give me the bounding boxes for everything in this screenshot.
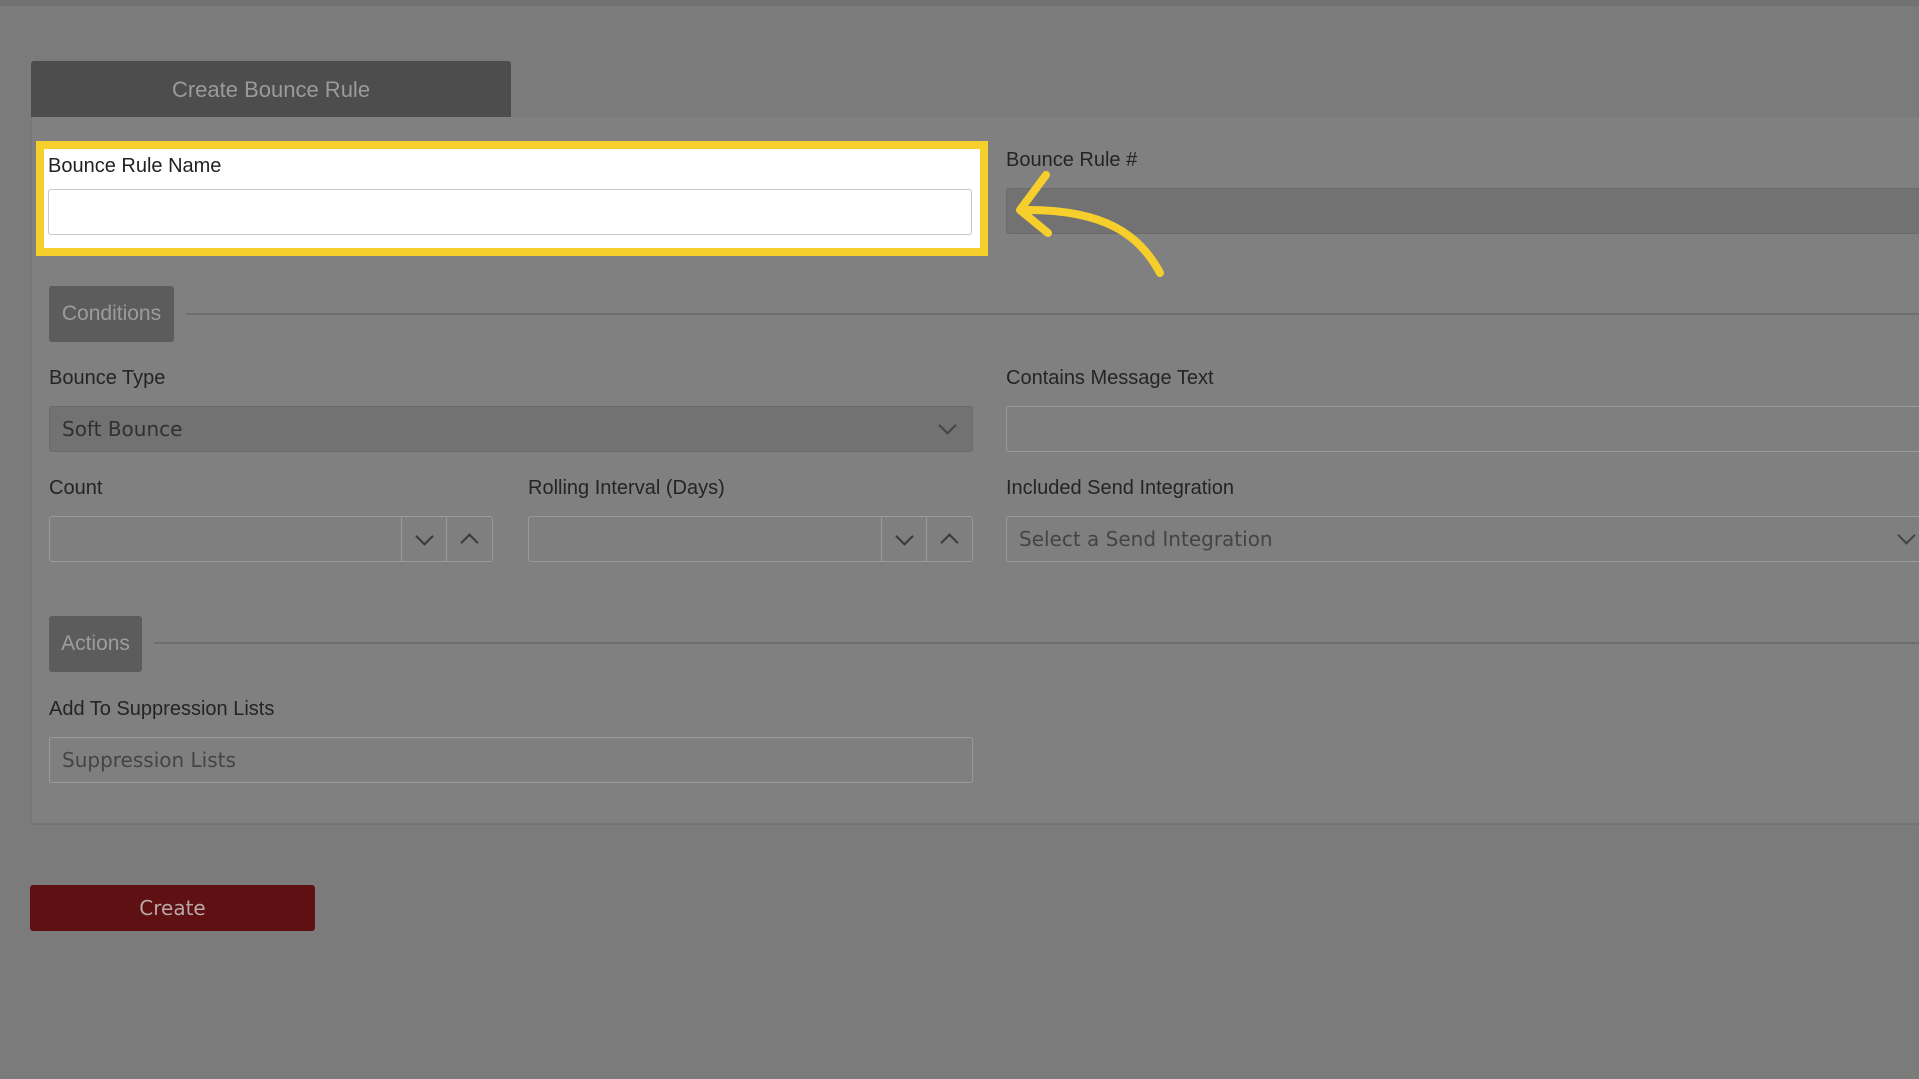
curved-arrow-icon xyxy=(1016,171,1164,277)
rolling-interval-stepper[interactable] xyxy=(528,516,973,562)
conditions-section-button[interactable]: Conditions xyxy=(49,286,174,342)
suppression-lists-label: Add To Suppression Lists xyxy=(49,698,275,720)
count-decrement-button[interactable] xyxy=(401,517,447,561)
chevron-down-icon xyxy=(415,526,434,546)
count-label: Count xyxy=(49,477,103,499)
actions-divider xyxy=(154,642,1919,644)
tab-title: Create Bounce Rule xyxy=(171,76,371,102)
rolling-interval-increment-button[interactable] xyxy=(926,517,972,561)
actions-section-button[interactable]: Actions xyxy=(49,616,142,672)
chevron-up-icon xyxy=(460,532,479,552)
send-integration-select[interactable]: Select a Send Integration xyxy=(1006,516,1919,562)
top-bar xyxy=(0,0,1919,6)
create-button-label: Create xyxy=(139,896,206,920)
tab-create-bounce-rule[interactable]: Create Bounce Rule xyxy=(31,61,511,118)
rolling-interval-decrement-button[interactable] xyxy=(881,517,927,561)
bounce-type-select[interactable]: Soft Bounce xyxy=(49,406,973,452)
contains-message-text-label: Contains Message Text xyxy=(1006,367,1214,389)
chevron-down-icon xyxy=(938,416,957,435)
chevron-down-icon xyxy=(1897,526,1916,545)
chevron-up-icon xyxy=(940,532,959,552)
count-stepper[interactable] xyxy=(49,516,493,562)
highlight-box: Bounce Rule Name xyxy=(36,141,988,256)
count-increment-button[interactable] xyxy=(446,517,492,561)
bounce-rule-name-label: Bounce Rule Name xyxy=(48,155,222,177)
rolling-interval-label: Rolling Interval (Days) xyxy=(528,477,725,499)
bounce-rule-name-input[interactable] xyxy=(48,189,972,235)
send-integration-label: Included Send Integration xyxy=(1006,477,1234,499)
send-integration-placeholder: Select a Send Integration xyxy=(1019,527,1273,551)
actions-section-label: Actions xyxy=(61,632,130,655)
conditions-section-label: Conditions xyxy=(61,302,162,325)
create-button[interactable]: Create xyxy=(30,885,315,931)
bounce-type-label: Bounce Type xyxy=(49,367,166,389)
chevron-down-icon xyxy=(895,526,914,546)
suppression-lists-placeholder: Suppression Lists xyxy=(62,748,236,772)
contains-message-text-input[interactable] xyxy=(1006,406,1919,452)
bounce-type-value: Soft Bounce xyxy=(62,417,183,441)
suppression-lists-input[interactable]: Suppression Lists xyxy=(49,737,973,783)
conditions-divider xyxy=(186,313,1919,315)
